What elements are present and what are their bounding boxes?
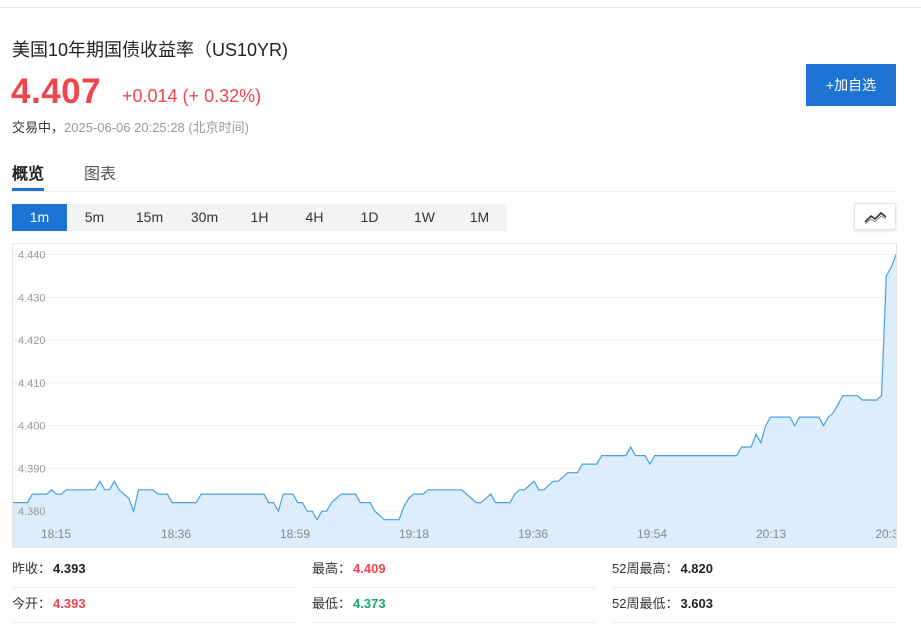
stat-52w-low: 52周最低： 3.603 <box>612 593 896 623</box>
interval-15m-button[interactable]: 15m <box>122 204 177 231</box>
stat-value: 4.393 <box>53 596 86 611</box>
price-chart-svg: 4.440 4.430 4.420 4.410 4.400 4.390 4.380 18:15… <box>13 250 897 547</box>
interval-1h-button[interactable]: 1H <box>232 204 287 231</box>
x-tick-label: 20:3 <box>875 527 897 541</box>
interval-selector: 1m 5m 15m 30m 1H 4H 1D 1W 1M <box>12 204 507 231</box>
stat-value: 4.393 <box>53 561 86 576</box>
y-tick-label: 4.430 <box>18 292 46 304</box>
stat-value: 4.820 <box>680 561 714 576</box>
stat-label: 昨收： <box>12 561 52 576</box>
stat-value: 3.603 <box>680 596 714 611</box>
stat-open: 今开： 4.393 <box>12 593 296 623</box>
x-tick-label: 20:13 <box>756 527 786 541</box>
interval-1mo-button[interactable]: 1M <box>452 204 507 231</box>
tab-chart[interactable]: 图表 <box>84 160 116 191</box>
interval-5m-button[interactable]: 5m <box>67 204 122 231</box>
tab-overview[interactable]: 概览 <box>12 160 45 191</box>
trading-status: 交易中，2025-06-06 20:25:28 (北京时间) <box>12 117 249 136</box>
interval-1d-button[interactable]: 1D <box>342 204 397 231</box>
stat-52w-high: 52周最高： 4.820 <box>612 558 896 588</box>
stat-value: 4.373 <box>353 596 386 611</box>
x-tick-label: 19:36 <box>518 527 548 541</box>
stat-low: 最低： 4.373 <box>312 593 596 623</box>
status-label: 交易中， <box>12 120 65 135</box>
stat-value: 4.409 <box>353 561 386 576</box>
price-change: +0.014 (+ 0.32%) <box>122 86 262 106</box>
page-title: 美国10年期国债收益率（US10YR) <box>12 40 289 60</box>
y-tick-label: 4.380 <box>18 506 46 518</box>
y-tick-label: 4.390 <box>18 463 46 475</box>
interval-30m-button[interactable]: 30m <box>177 204 232 231</box>
stat-label: 52周最高： <box>612 561 679 576</box>
x-tick-label: 18:15 <box>41 527 71 541</box>
add-to-watchlist-button[interactable]: +加自选 <box>806 64 896 106</box>
x-tick-label: 19:18 <box>399 527 429 541</box>
stat-label: 今开： <box>12 596 52 611</box>
y-tick-label: 4.410 <box>18 378 46 390</box>
x-tick-label: 18:36 <box>161 527 191 541</box>
timestamp: 2025-06-06 20:25:28 (北京时间) <box>64 120 249 135</box>
top-divider <box>0 7 921 8</box>
interval-1m-button[interactable]: 1m <box>12 204 67 231</box>
interval-1w-button[interactable]: 1W <box>397 204 452 231</box>
tab-bar: 概览 图表 <box>12 154 896 192</box>
stat-label: 最高： <box>312 561 352 576</box>
current-price: 4.407 <box>11 72 102 111</box>
interval-4h-button[interactable]: 4H <box>287 204 342 231</box>
x-tick-label: 18:59 <box>280 527 310 541</box>
stat-label: 最低： <box>312 596 352 611</box>
price-chart[interactable]: 4.440 4.430 4.420 4.410 4.400 4.390 4.380 18:15… <box>12 243 897 548</box>
stat-prev-close: 昨收： 4.393 <box>12 558 296 588</box>
y-tick-label: 4.440 <box>18 250 46 262</box>
stat-high: 最高： 4.409 <box>312 558 596 588</box>
line-chart-icon <box>864 211 887 225</box>
y-tick-label: 4.420 <box>18 335 46 347</box>
chart-type-button[interactable] <box>854 203 896 230</box>
y-tick-label: 4.400 <box>18 421 46 433</box>
series-area <box>13 254 896 547</box>
stat-label: 52周最低： <box>612 596 679 611</box>
x-tick-label: 19:54 <box>637 527 667 541</box>
